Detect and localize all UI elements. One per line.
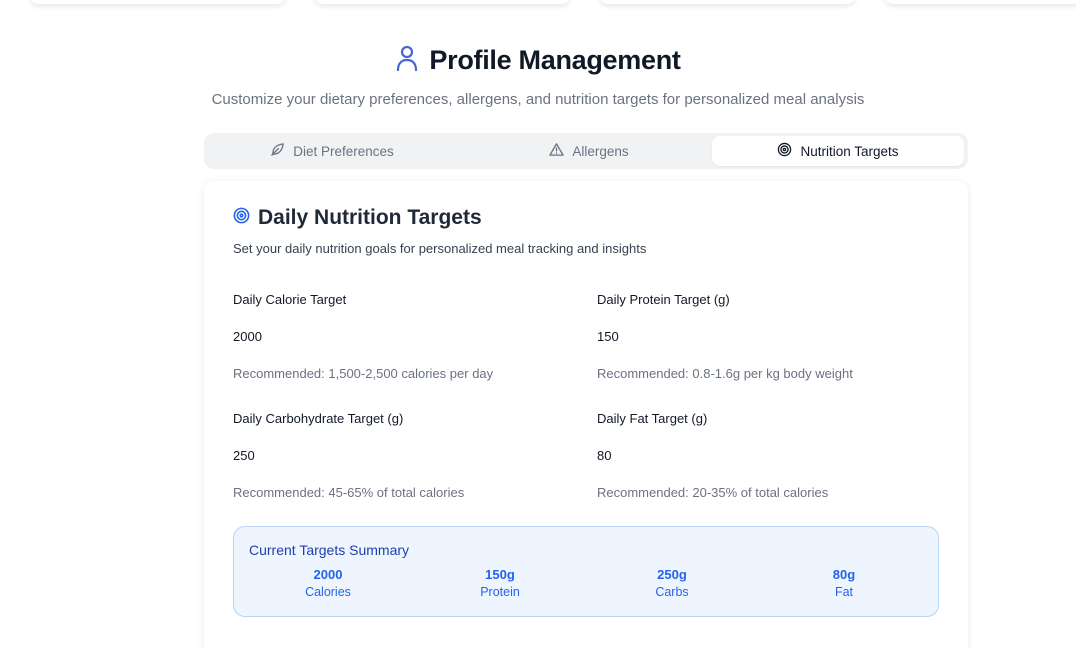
- page-title: Profile Management: [429, 45, 681, 75]
- top-card: [30, 0, 285, 4]
- tab-nutrition-targets[interactable]: Nutrition Targets: [712, 136, 964, 166]
- tab-bar: Diet Preferences Allergens Nutrition Tar…: [204, 133, 968, 169]
- summary-label: Carbs: [655, 585, 689, 599]
- top-card: [600, 0, 855, 4]
- summary-item-carbs: 250g Carbs: [612, 567, 732, 599]
- summary-label: Calories: [305, 585, 351, 599]
- leaf-icon: [270, 142, 285, 160]
- fat-target-field: Daily Fat Target (g) Recommended: 20-35%…: [597, 411, 937, 500]
- fat-target-input[interactable]: [597, 448, 917, 463]
- tab-label: Allergens: [572, 143, 629, 159]
- field-label: Daily Carbohydrate Target (g): [233, 411, 404, 426]
- card-title-row: Daily Nutrition Targets: [233, 206, 482, 230]
- tab-diet-preferences[interactable]: Diet Preferences: [207, 136, 457, 166]
- summary-value: 250g: [657, 567, 687, 582]
- summary-item-calories: 2000 Calories: [268, 567, 388, 599]
- tab-label: Diet Preferences: [293, 143, 394, 159]
- nutrition-targets-card: Daily Nutrition Targets Set your daily n…: [204, 181, 968, 649]
- field-label: Daily Fat Target (g): [597, 411, 708, 426]
- warning-triangle-icon: [549, 142, 565, 160]
- summary-item-protein: 150g Protein: [440, 567, 560, 599]
- calorie-target-field: Daily Calorie Target Recommended: 1,500-…: [233, 292, 573, 381]
- field-hint: Recommended: 20-35% of total calories: [597, 485, 829, 500]
- field-label: Daily Protein Target (g): [597, 292, 730, 307]
- field-hint: Recommended: 1,500-2,500 calories per da…: [233, 366, 494, 381]
- page-header: Profile Management Customize your dietar…: [0, 44, 1076, 108]
- field-hint: Recommended: 0.8-1.6g per kg body weight: [597, 366, 853, 381]
- summary-value: 150g: [485, 567, 515, 582]
- target-icon: [777, 142, 792, 160]
- summary-item-fat: 80g Fat: [784, 567, 904, 599]
- summary-value: 2000: [313, 567, 343, 582]
- top-cards-row: [0, 0, 1076, 6]
- calorie-target-input[interactable]: [233, 329, 553, 344]
- protein-target-field: Daily Protein Target (g) Recommended: 0.…: [597, 292, 937, 381]
- carbohydrate-target-field: Daily Carbohydrate Target (g) Recommende…: [233, 411, 573, 500]
- card-title: Daily Nutrition Targets: [258, 206, 482, 229]
- targets-summary: Current Targets Summary 2000 Calories 15…: [233, 526, 939, 617]
- carbohydrate-target-input[interactable]: [233, 448, 553, 463]
- summary-value: 80g: [832, 567, 856, 582]
- summary-label: Fat: [834, 585, 854, 599]
- target-icon: [233, 207, 250, 229]
- tab-label: Nutrition Targets: [800, 143, 899, 159]
- card-description: Set your daily nutrition goals for perso…: [233, 241, 647, 256]
- title-row: Profile Management: [0, 44, 1076, 77]
- tab-allergens[interactable]: Allergens: [464, 136, 714, 166]
- protein-target-input[interactable]: [597, 329, 917, 344]
- summary-title: Current Targets Summary: [249, 542, 410, 558]
- page-subtitle: Customize your dietary preferences, alle…: [211, 91, 865, 108]
- top-card: [885, 0, 1076, 4]
- summary-label: Protein: [480, 585, 520, 599]
- top-card: [315, 0, 570, 4]
- user-icon: [395, 44, 419, 77]
- field-hint: Recommended: 45-65% of total calories: [233, 485, 465, 500]
- field-label: Daily Calorie Target: [233, 292, 347, 307]
